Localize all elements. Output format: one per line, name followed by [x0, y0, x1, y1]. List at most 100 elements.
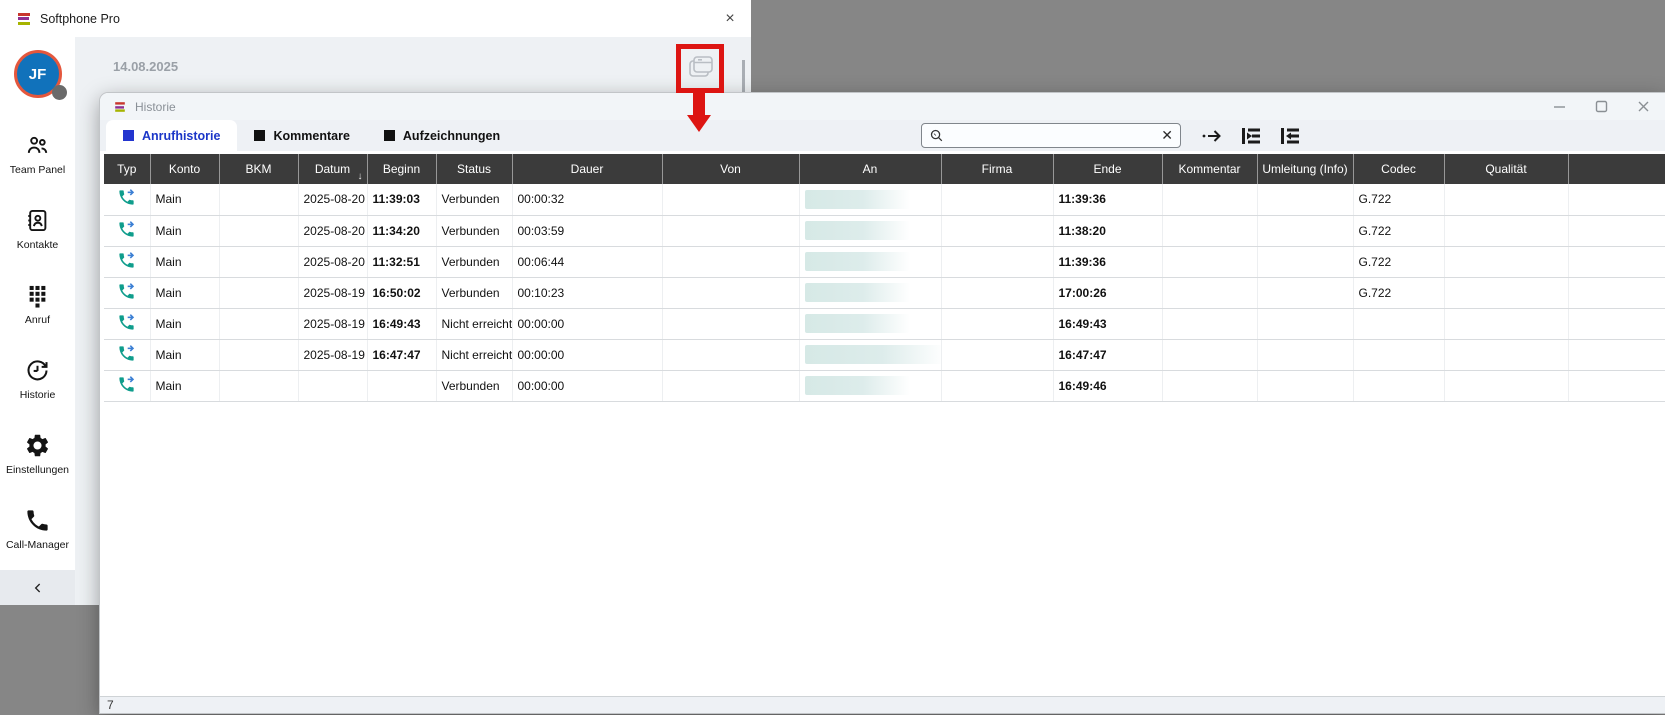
cell-an: [799, 184, 941, 215]
cell-dauer: 00:00:00: [512, 370, 662, 401]
column-header-status[interactable]: Status: [436, 154, 512, 184]
avatar[interactable]: JF: [14, 50, 62, 98]
cell-status: Verbunden: [436, 215, 512, 246]
cell-firma: [941, 277, 1053, 308]
cell-beginn: 11:39:03: [367, 184, 436, 215]
outgoing-call-icon: [117, 313, 136, 332]
column-header-dauer[interactable]: Dauer: [512, 154, 662, 184]
sidebar-nav: Team Panel Kontakte Anruf Historie Einstellu…: [6, 132, 69, 582]
cell-umleitung: [1257, 184, 1353, 215]
column-header-beginn[interactable]: Beginn: [367, 154, 436, 184]
cell-typ: [104, 184, 150, 215]
search-icon: [929, 128, 944, 143]
tab-aufzeichnungen[interactable]: Aufzeichnungen: [367, 120, 517, 151]
cell-qualitaet: [1444, 308, 1568, 339]
cell-qualitaet: [1444, 277, 1568, 308]
sidebar-item-anruf[interactable]: Anruf: [24, 282, 51, 326]
cell-codec: G.722: [1353, 246, 1444, 277]
sidebar-item-historie[interactable]: Historie: [20, 357, 56, 401]
column-header-kommentar[interactable]: Kommentar: [1162, 154, 1257, 184]
goto-arrow-icon[interactable]: [1200, 124, 1224, 148]
cell-umleitung: [1257, 277, 1353, 308]
column-header-firma[interactable]: Firma: [941, 154, 1053, 184]
indent-left-icon[interactable]: [1278, 124, 1302, 148]
search-input[interactable]: [949, 129, 1156, 143]
main-close-icon[interactable]: ×: [719, 8, 741, 30]
cell-bkm: [219, 277, 298, 308]
cell-datum: 2025-08-20: [298, 184, 367, 215]
cell-von: [662, 215, 799, 246]
column-header-datum[interactable]: Datum↓: [298, 154, 367, 184]
cell-kommentar: [1162, 215, 1257, 246]
table-row[interactable]: Main2025-08-1916:50:02Verbunden00:10:231…: [104, 277, 1665, 308]
cell-an: [799, 370, 941, 401]
tab-kommentare[interactable]: Kommentare: [237, 120, 366, 151]
cell-umleitung: [1257, 370, 1353, 401]
search-box[interactable]: ✕: [921, 123, 1181, 148]
tab-label: Kommentare: [273, 129, 349, 143]
cell-firma: [941, 370, 1053, 401]
cell-ende: 17:00:26: [1053, 277, 1162, 308]
indent-right-icon[interactable]: [1239, 124, 1263, 148]
table-row[interactable]: Main2025-08-2011:32:51Verbunden00:06:441…: [104, 246, 1665, 277]
close-icon[interactable]: [1635, 99, 1651, 115]
cell-von: [662, 370, 799, 401]
sidebar-item-einstellungen[interactable]: Einstellungen: [6, 432, 69, 476]
outgoing-call-icon: [117, 375, 136, 394]
cell-ende: 11:39:36: [1053, 184, 1162, 215]
phone-icon: [24, 507, 51, 534]
cell-umleitung: [1257, 339, 1353, 370]
redacted-number: [805, 190, 910, 209]
cell-umleitung: [1257, 215, 1353, 246]
minimize-icon[interactable]: [1551, 99, 1567, 115]
column-header-konto[interactable]: Konto: [150, 154, 219, 184]
historie-window: Historie Anrufhistorie Kommentare Aufzeich…: [100, 93, 1665, 713]
tab-anrufhistorie[interactable]: Anrufhistorie: [106, 120, 237, 151]
column-header-von[interactable]: Von: [662, 154, 799, 184]
cell-bkm: [219, 215, 298, 246]
table-row[interactable]: Main2025-08-1916:49:43Nicht erreicht00:0…: [104, 308, 1665, 339]
sidebar-collapse-button[interactable]: [0, 570, 75, 605]
maximize-icon[interactable]: [1593, 99, 1609, 115]
sidebar-item-kontakte[interactable]: Kontakte: [17, 207, 58, 251]
panel-icon[interactable]: [685, 53, 717, 83]
column-header-ende[interactable]: Ende: [1053, 154, 1162, 184]
table-row[interactable]: Main2025-08-1916:47:47Nicht erreicht00:0…: [104, 339, 1665, 370]
cell-filler: [1568, 246, 1665, 277]
cell-konto: Main: [150, 215, 219, 246]
cell-codec: [1353, 308, 1444, 339]
column-header-qualitaet[interactable]: Qualität: [1444, 154, 1568, 184]
table-row[interactable]: MainVerbunden00:00:0016:49:46: [104, 370, 1665, 401]
column-header-codec[interactable]: Codec: [1353, 154, 1444, 184]
settings-icon: [24, 432, 51, 459]
cell-an: [799, 215, 941, 246]
tab-label: Anrufhistorie: [142, 129, 220, 143]
cell-qualitaet: [1444, 370, 1568, 401]
redacted-number: [805, 376, 910, 395]
cell-von: [662, 339, 799, 370]
sidebar-item-label: Einstellungen: [6, 464, 69, 476]
cell-codec: G.722: [1353, 277, 1444, 308]
redacted-number: [805, 314, 910, 333]
cell-kommentar: [1162, 246, 1257, 277]
cell-codec: [1353, 339, 1444, 370]
column-header-typ[interactable]: Typ: [104, 154, 150, 184]
cell-bkm: [219, 246, 298, 277]
column-header-umleitung[interactable]: Umleitung (Info): [1257, 154, 1353, 184]
sidebar-item-call-manager[interactable]: Call-Manager: [6, 507, 69, 551]
column-header-bkm[interactable]: BKM: [219, 154, 298, 184]
historie-titlebar[interactable]: Historie: [100, 93, 1665, 120]
table-row[interactable]: Main2025-08-2011:34:20Verbunden00:03:591…: [104, 215, 1665, 246]
outgoing-call-icon: [117, 344, 136, 363]
cell-status: Verbunden: [436, 246, 512, 277]
cell-qualitaet: [1444, 246, 1568, 277]
search-clear-icon[interactable]: ✕: [1161, 127, 1173, 144]
history-icon: [24, 357, 51, 384]
column-header-an[interactable]: An: [799, 154, 941, 184]
cell-dauer: 00:00:00: [512, 339, 662, 370]
sidebar-item-team-panel[interactable]: Team Panel: [10, 132, 65, 176]
table-row[interactable]: Main2025-08-2011:39:03Verbunden00:00:321…: [104, 184, 1665, 215]
cell-ende: 11:39:36: [1053, 246, 1162, 277]
cell-von: [662, 246, 799, 277]
cell-datum: 2025-08-19: [298, 339, 367, 370]
